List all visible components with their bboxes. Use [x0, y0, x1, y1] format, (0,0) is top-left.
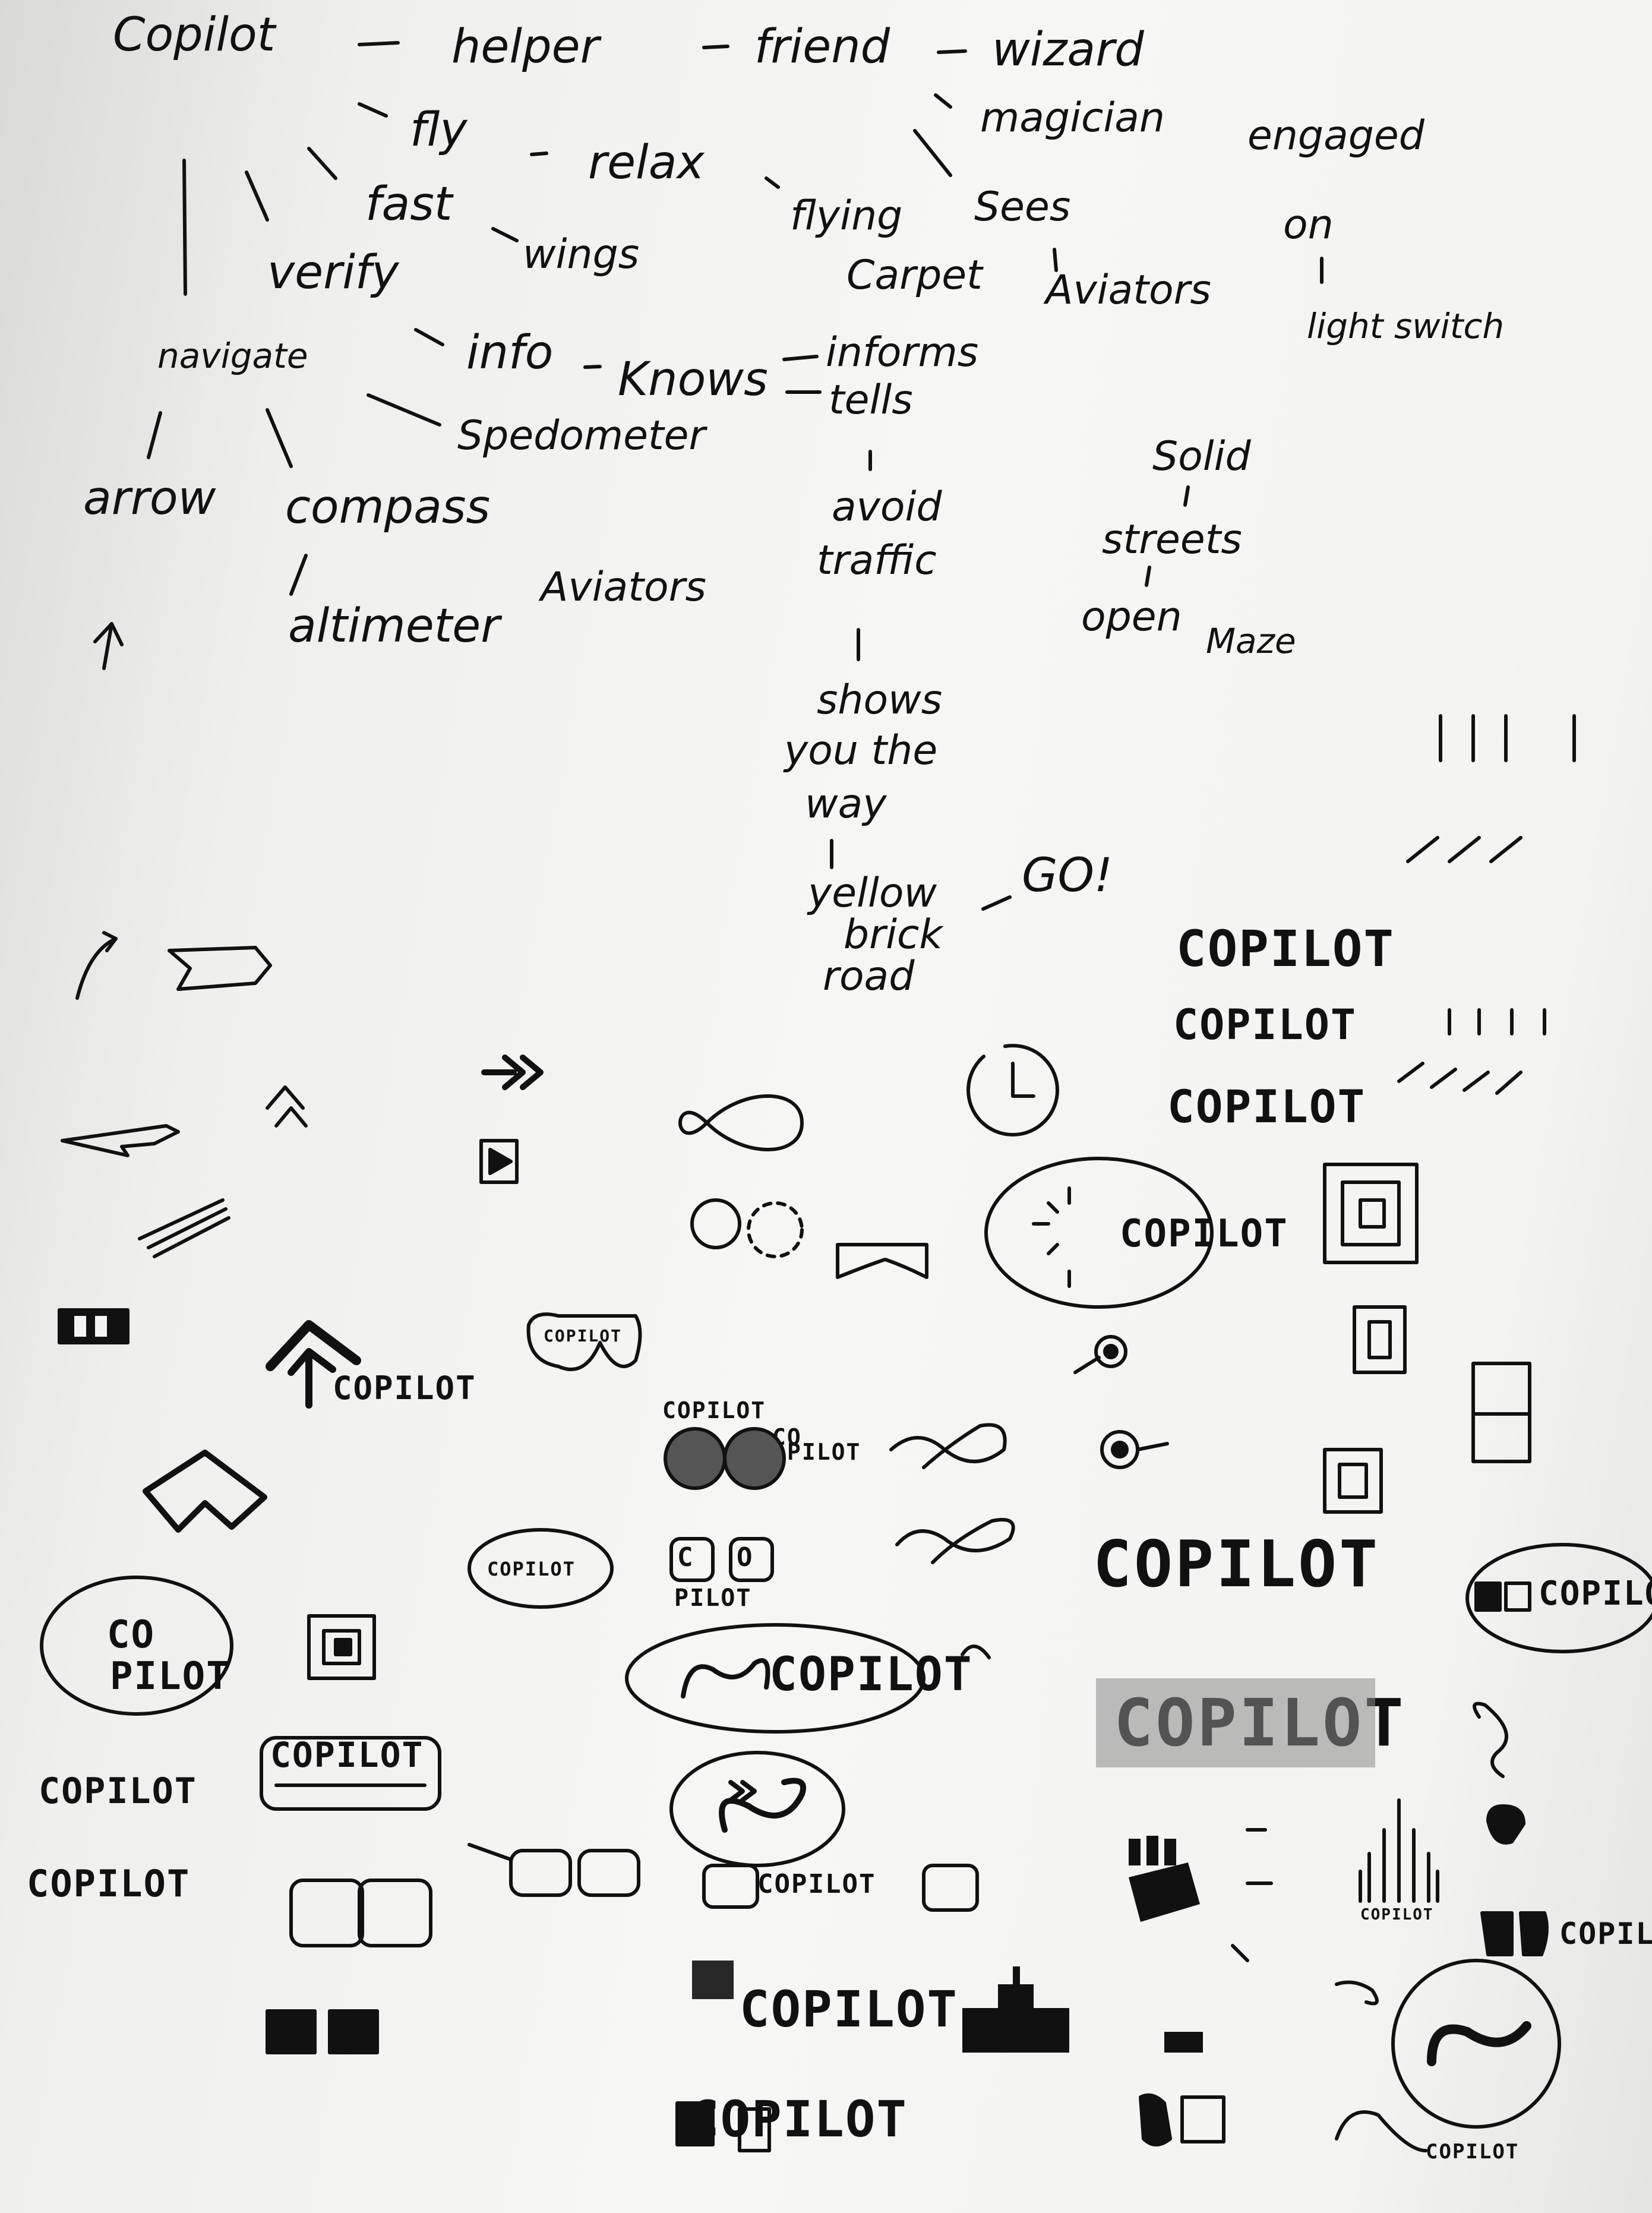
double-chevron-oval-icon: [728, 1780, 757, 1802]
aviators-icon: [836, 1243, 928, 1279]
square-spiral-icon: [307, 1614, 376, 1680]
sketch-paper: Copilot helper friend wizard magician en…: [0, 0, 1652, 2213]
sun-burst-icon: [1032, 1186, 1071, 1288]
swoop-arrow-icon: [1335, 2110, 1427, 2152]
block-logo-icon: [58, 1308, 129, 1344]
chevron-up-icon: [266, 1085, 308, 1128]
target-icon: [1073, 1335, 1169, 1469]
roof-logo-icon: [143, 1450, 267, 1533]
speech-bubble-icon: [984, 1157, 1214, 1309]
infinity-dashed-icon: [690, 1198, 804, 1258]
infinity-oval-logo: [625, 1623, 926, 1734]
bottom-aviators-icon: [1139, 2093, 1225, 2146]
triple-arrow-icon: [138, 1198, 230, 1258]
infinity-arrow-icon: [889, 1423, 1007, 1469]
banner-arrow-icon: [168, 946, 272, 991]
block-pair-icon: [1474, 1581, 1531, 1612]
shaded-aviators-icon: [664, 1427, 786, 1490]
squiggle-icon: [1473, 1701, 1508, 1778]
co-pilot-circle: [40, 1576, 233, 1716]
tally-marks-icon: [1397, 714, 1576, 1095]
copilot-aviator-oval: [468, 1528, 614, 1609]
up-arrow-icon: [93, 622, 124, 670]
double-chevron-right-icon: [481, 1055, 544, 1090]
aviators-loop-icon: [266, 1879, 432, 2054]
big-circle-logo: [1391, 1959, 1561, 2129]
right-wing-logo-icon: [1480, 1804, 1549, 1956]
building-icon: [962, 1836, 1203, 2053]
infinity-arrow-icon-2: [895, 1518, 1015, 1564]
infinity-icon: [678, 1094, 804, 1151]
shaded-copilot-background: [1096, 1678, 1375, 1767]
chevron-arrow-logo-icon: [266, 1320, 361, 1409]
glasses-sketch-icon: [468, 1843, 979, 1999]
play-box-icon: [479, 1139, 519, 1184]
curve-icon: [961, 1644, 991, 1659]
mindmap-connectors: [147, 41, 1324, 911]
small-knot-icon: [1335, 1980, 1379, 2006]
left-bottom-box-icon: [675, 2101, 771, 2152]
aviators-logo-icon: [526, 1312, 642, 1371]
clock-icon: [966, 1044, 1059, 1137]
ink-sketch-layer: [40, 41, 1652, 2152]
maze-icon: [1323, 1163, 1531, 1514]
copilot-rounded-box: [260, 1736, 441, 1811]
tower-icon: [1231, 1798, 1439, 1962]
swoosh-arrow-icon: [61, 1124, 180, 1157]
